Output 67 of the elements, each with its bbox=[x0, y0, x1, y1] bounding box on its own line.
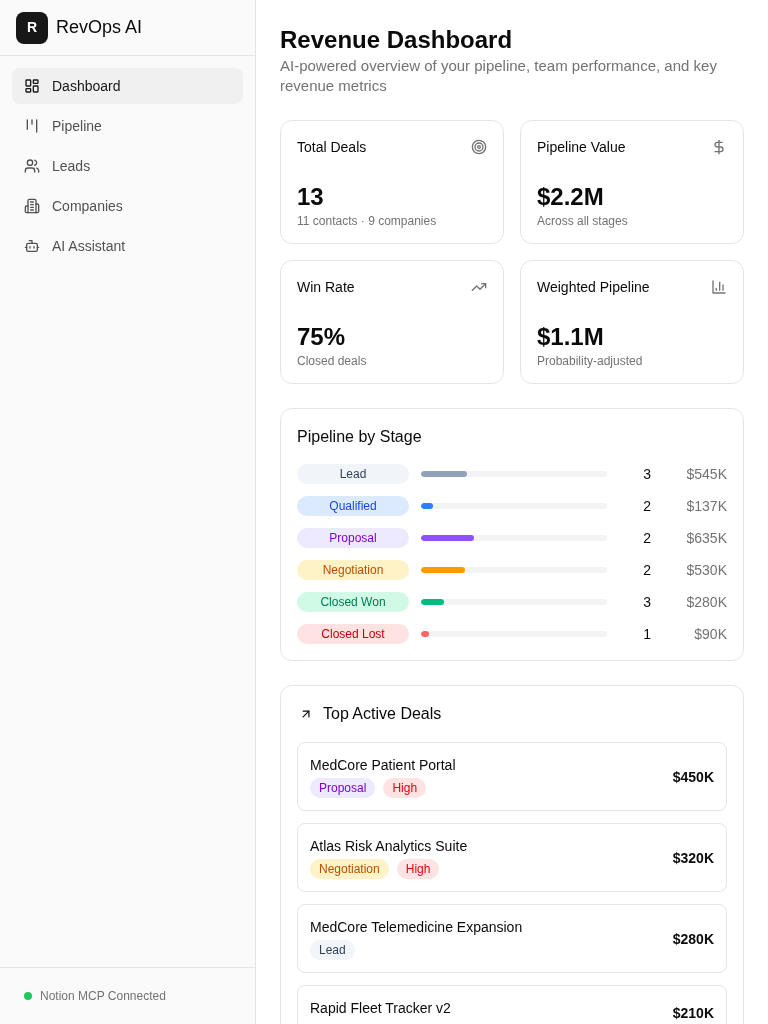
deal-name: MedCore Telemedicine Expansion bbox=[310, 918, 523, 937]
deal-tag: High bbox=[383, 778, 427, 798]
status-text: Notion MCP Connected bbox=[40, 988, 166, 1005]
page-subtitle: AI-powered overview of your pipeline, team performance, and key revenue metrics bbox=[280, 56, 718, 96]
deal-name: Atlas Risk Analytics Suite bbox=[310, 837, 468, 856]
stat-title: Pipeline Value bbox=[537, 138, 626, 157]
stage-amount: $530K bbox=[685, 560, 727, 580]
dashboard-icon bbox=[24, 78, 40, 94]
users-icon bbox=[24, 158, 40, 174]
stat-title: Total Deals bbox=[297, 138, 367, 157]
robot-icon bbox=[24, 238, 40, 254]
app-logo: R bbox=[16, 11, 48, 44]
deal-count: 2 bbox=[642, 528, 651, 548]
deal-tag: Lead bbox=[310, 940, 355, 960]
deal-tag: Proposal bbox=[310, 778, 376, 798]
app-name: RevOps AI bbox=[56, 16, 143, 39]
deal-card[interactable]: Rapid Fleet Tracker v2 $210K bbox=[297, 985, 727, 1024]
deal-count: 2 bbox=[642, 560, 651, 580]
deal-name: Rapid Fleet Tracker v2 bbox=[310, 999, 451, 1018]
building-icon bbox=[24, 198, 40, 214]
stage-amount: $545K bbox=[685, 464, 727, 484]
dollar-icon bbox=[711, 139, 727, 155]
stage-amount: $635K bbox=[685, 528, 727, 548]
stat-note: 11 contacts · 9 companies bbox=[297, 213, 438, 229]
bar-chart-icon bbox=[711, 279, 727, 295]
deal-amount: $320K bbox=[672, 849, 714, 866]
deal-card[interactable]: MedCore Telemedicine Expansion Lead $280K bbox=[297, 904, 727, 973]
stat-value: 13 bbox=[297, 182, 325, 212]
deal-count: 2 bbox=[642, 496, 651, 516]
stage-label: Lead bbox=[297, 464, 409, 484]
stat-note: Across all stages bbox=[537, 213, 629, 229]
stage-label: Closed Won bbox=[297, 592, 409, 612]
stage-amount: $280K bbox=[685, 592, 727, 612]
kanban-icon bbox=[24, 118, 40, 134]
stage-label: Closed Lost bbox=[297, 624, 409, 644]
stat-note: Closed deals bbox=[297, 353, 368, 369]
nav-item[interactable]: Dashboard bbox=[12, 68, 243, 104]
deal-amount: $280K bbox=[672, 930, 714, 947]
stat-title: Win Rate bbox=[297, 278, 355, 297]
deal-amount: $450K bbox=[672, 768, 714, 785]
nav-item[interactable]: Leads bbox=[12, 148, 243, 184]
section-title: Top Active Deals bbox=[323, 704, 442, 724]
deal-count: 3 bbox=[642, 592, 651, 612]
nav-item[interactable]: Pipeline bbox=[12, 108, 243, 144]
deal-count: 3 bbox=[642, 464, 651, 484]
stage-amount: $137K bbox=[685, 496, 727, 516]
stat-value: 75% bbox=[297, 322, 347, 352]
stat-title: Weighted Pipeline bbox=[537, 278, 650, 297]
nav-item[interactable]: Companies bbox=[12, 188, 243, 224]
page-title: Revenue Dashboard bbox=[280, 25, 514, 55]
stage-label: Negotiation bbox=[297, 560, 409, 580]
deal-tag: Negotiation bbox=[310, 859, 389, 879]
stage-label: Proposal bbox=[297, 528, 409, 548]
deal-count: 1 bbox=[642, 624, 651, 644]
deal-name: MedCore Patient Portal bbox=[310, 756, 456, 775]
stage-amount: $90K bbox=[693, 624, 727, 644]
nav-item[interactable]: AI Assistant bbox=[12, 228, 243, 264]
deal-amount: $210K bbox=[672, 1005, 714, 1021]
stage-label: Qualified bbox=[297, 496, 409, 516]
stat-value: $1.1M bbox=[537, 322, 605, 352]
deal-tag: High bbox=[396, 859, 440, 879]
deal-card[interactable]: Atlas Risk Analytics Suite Negotiation High $320K bbox=[297, 823, 727, 892]
stat-value: $2.2M bbox=[537, 182, 605, 212]
deal-card[interactable]: MedCore Patient Portal Proposal High $450K bbox=[297, 742, 727, 811]
target-icon bbox=[471, 139, 487, 155]
stat-note: Probability-adjusted bbox=[537, 353, 644, 369]
section-title: Pipeline by Stage bbox=[297, 427, 423, 447]
